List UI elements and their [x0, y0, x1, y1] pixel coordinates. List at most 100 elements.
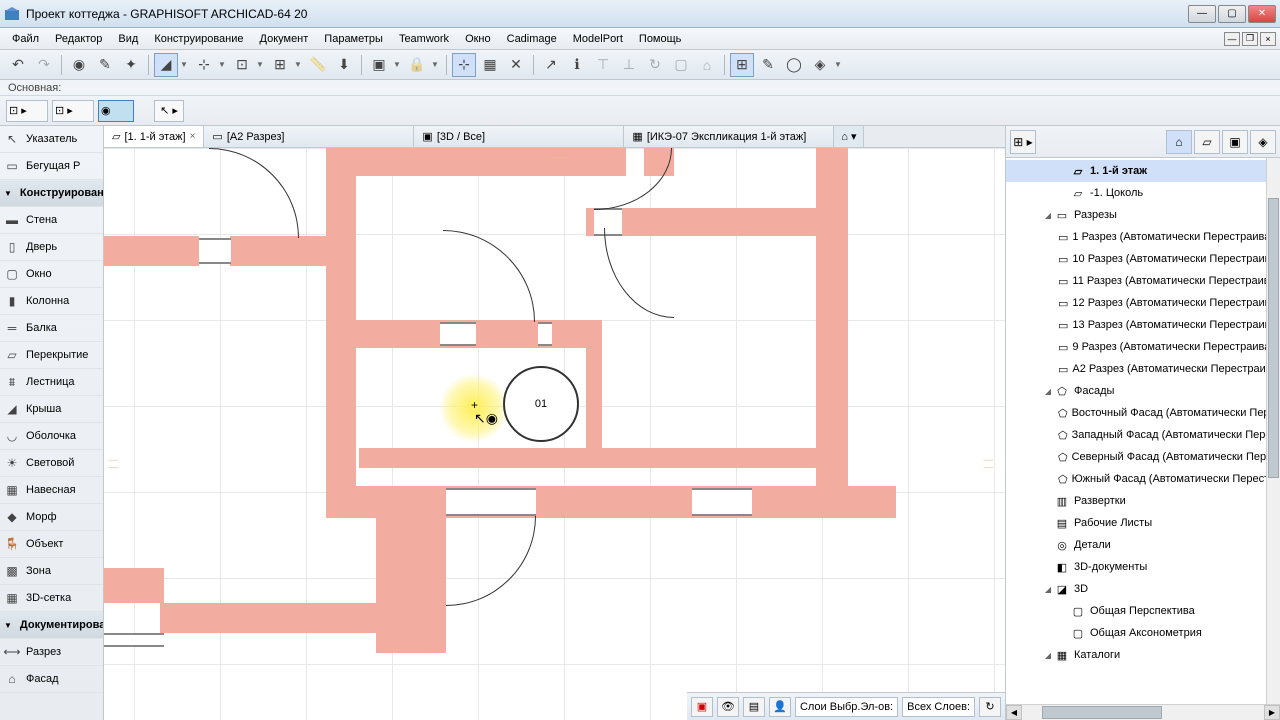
- tree-item[interactable]: ⬠Восточный Фасад (Автоматически Перестра…: [1006, 402, 1280, 424]
- close-button[interactable]: ✕: [1248, 5, 1276, 23]
- geometry-option-2[interactable]: ⊡ ▸: [52, 100, 94, 122]
- 3d-dropdown[interactable]: ▼: [834, 60, 844, 69]
- tab-floorplan[interactable]: ▱ [1. 1-й этаж] ×: [104, 126, 204, 147]
- surface-snap-button[interactable]: ▦: [478, 53, 502, 77]
- status-selected-layers[interactable]: Слои Выбр.Эл-ов:: [795, 697, 898, 717]
- menu-file[interactable]: Файл: [4, 30, 47, 48]
- home-button[interactable]: ⌂: [695, 53, 719, 77]
- maximize-button[interactable]: ▢: [1218, 5, 1246, 23]
- tool-roof[interactable]: ◢Крыша: [0, 396, 103, 423]
- expand-icon[interactable]: ◢: [1042, 211, 1054, 220]
- nav-project-map-button[interactable]: ⌂: [1166, 130, 1192, 154]
- tree-item[interactable]: ▭12 Разрез (Автоматически Перестраиваема…: [1006, 292, 1280, 314]
- tab-3d[interactable]: ▣ [3D / Все]: [414, 126, 624, 147]
- tree-item[interactable]: ◎Детали: [1006, 534, 1280, 556]
- suspend-button[interactable]: 🔒: [405, 53, 429, 77]
- nav-tree-button[interactable]: ⊞ ▸: [1010, 130, 1036, 154]
- tab-overflow-button[interactable]: ⌂ ▾: [834, 126, 864, 147]
- ruler-button[interactable]: 📏: [306, 53, 330, 77]
- hscroll-left[interactable]: ◀: [1006, 705, 1022, 720]
- menu-cadimage[interactable]: Cadimage: [499, 30, 565, 48]
- nav-view-map-button[interactable]: ▱: [1194, 130, 1220, 154]
- guideline-button[interactable]: ◢: [154, 53, 178, 77]
- tool-stair[interactable]: ⩩Лестница: [0, 369, 103, 396]
- expand-icon[interactable]: ◢: [1042, 651, 1054, 660]
- tool-elevation[interactable]: ⌂Фасад: [0, 666, 103, 693]
- tree-item[interactable]: ▢Общая Аксонометрия: [1006, 622, 1280, 644]
- gravity-button[interactable]: ⬇: [332, 53, 356, 77]
- tool-curtain[interactable]: ▦Навесная: [0, 477, 103, 504]
- tool-object[interactable]: 🪑Объект: [0, 531, 103, 558]
- expand-icon[interactable]: ◢: [1042, 387, 1054, 396]
- tool-skylight[interactable]: ☀Световой: [0, 450, 103, 477]
- tree-item[interactable]: ▭А2 Разрез (Автоматически Перестраиваема…: [1006, 358, 1280, 380]
- tab-schedule[interactable]: ▦ [ИКЭ-07 Экспликация 1-й этаж]: [624, 126, 834, 147]
- tool-wall[interactable]: ▬Стена: [0, 207, 103, 234]
- cursor-option[interactable]: ↖ ▸: [154, 100, 184, 122]
- geometry-option-3-selected[interactable]: ◉: [98, 100, 134, 122]
- snap-guide-button[interactable]: ⊹: [192, 53, 216, 77]
- tool-mesh[interactable]: ▦3D-сетка: [0, 585, 103, 612]
- filter-button[interactable]: ✎: [756, 53, 780, 77]
- suspend-dropdown[interactable]: ▼: [431, 60, 441, 69]
- align2-button[interactable]: ⊥: [617, 53, 641, 77]
- tree-item[interactable]: ⬠Западный Фасад (Автоматически Перестраи…: [1006, 424, 1280, 446]
- geometry-option-1[interactable]: ⊡ ▸: [6, 100, 48, 122]
- hscroll-right[interactable]: ▶: [1264, 705, 1280, 720]
- tree-item[interactable]: ◢◪3D: [1006, 578, 1280, 600]
- camera-button[interactable]: ◯: [782, 53, 806, 77]
- align-button[interactable]: ⊤: [591, 53, 615, 77]
- tree-item[interactable]: ▭10 Разрез (Автоматически Перестраиваема…: [1006, 248, 1280, 270]
- renovation-button[interactable]: ⊞: [730, 53, 754, 77]
- minimize-button[interactable]: —: [1188, 5, 1216, 23]
- tree-item[interactable]: ◢▦Каталоги: [1006, 644, 1280, 666]
- menu-modelport[interactable]: ModelPort: [565, 30, 631, 48]
- undo-button[interactable]: ↶: [6, 53, 30, 77]
- menu-document[interactable]: Документ: [252, 30, 317, 48]
- align4-button[interactable]: ▢: [669, 53, 693, 77]
- menu-window[interactable]: Окно: [457, 30, 499, 48]
- 3d-button[interactable]: ◈: [808, 53, 832, 77]
- tool-door[interactable]: ▯Дверь: [0, 234, 103, 261]
- doc-minimize-button[interactable]: —: [1224, 32, 1240, 46]
- nav-layout-button[interactable]: ▣: [1222, 130, 1248, 154]
- hscroll-thumb[interactable]: [1042, 706, 1162, 719]
- room-number-stamp[interactable]: 01: [503, 366, 579, 442]
- menu-view[interactable]: Вид: [110, 30, 146, 48]
- status-user-button[interactable]: 👤: [769, 697, 791, 717]
- trace-button[interactable]: ▣: [367, 53, 391, 77]
- tool-section[interactable]: ⟷Разрез: [0, 639, 103, 666]
- tool-beam[interactable]: ═Балка: [0, 315, 103, 342]
- align3-button[interactable]: ↻: [643, 53, 667, 77]
- tree-item[interactable]: ▢Общая Перспектива: [1006, 600, 1280, 622]
- navigator-tree[interactable]: ▱1. 1-й этаж▱-1. Цоколь◢▭Разрезы▭1 Разре…: [1006, 158, 1280, 704]
- grid-snap-dropdown[interactable]: ▼: [294, 60, 304, 69]
- menu-teamwork[interactable]: Teamwork: [391, 30, 457, 48]
- status-filter-button[interactable]: ▣: [691, 697, 713, 717]
- nav-publisher-button[interactable]: ◈: [1250, 130, 1276, 154]
- snap-point-button[interactable]: ⊡: [230, 53, 254, 77]
- status-eye-button[interactable]: 👁: [717, 697, 739, 717]
- tree-item[interactable]: ▱1. 1-й этаж: [1006, 160, 1280, 182]
- magic-wand-button[interactable]: ✦: [119, 53, 143, 77]
- expand-icon[interactable]: ◢: [1042, 585, 1054, 594]
- redo-button[interactable]: ↷: [32, 53, 56, 77]
- drawing-canvas[interactable]: — — │ │ │ │ + ↖◉ 01 ▣ 👁 ▤ 👤 Слои Выбр.Эл…: [104, 148, 1005, 720]
- pick-params-button[interactable]: ◉: [67, 53, 91, 77]
- tool-morph[interactable]: ◆Морф: [0, 504, 103, 531]
- tab-close-icon[interactable]: ×: [190, 131, 196, 142]
- measure-button[interactable]: ↗: [539, 53, 563, 77]
- toolbox-section-design[interactable]: ▼ Конструирование: [0, 180, 103, 207]
- tool-window[interactable]: ▢Окно: [0, 261, 103, 288]
- guideline-dropdown[interactable]: ▼: [180, 60, 190, 69]
- tree-item[interactable]: ▥Развертки: [1006, 490, 1280, 512]
- status-all-layers[interactable]: Всех Слоев:: [902, 697, 975, 717]
- tree-item[interactable]: ▭9 Разрез (Автоматически Перестраиваемая…: [1006, 336, 1280, 358]
- tool-slab[interactable]: ▱Перекрытие: [0, 342, 103, 369]
- navigator-hscroll[interactable]: ◀ ▶: [1006, 704, 1280, 720]
- tree-item[interactable]: ▤Рабочие Листы: [1006, 512, 1280, 534]
- tool-column[interactable]: ▮Колонна: [0, 288, 103, 315]
- grid-toggle-button[interactable]: ✕: [504, 53, 528, 77]
- tree-item[interactable]: ▭13 Разрез (Автоматически Перестраиваема…: [1006, 314, 1280, 336]
- status-layers-button[interactable]: ▤: [743, 697, 765, 717]
